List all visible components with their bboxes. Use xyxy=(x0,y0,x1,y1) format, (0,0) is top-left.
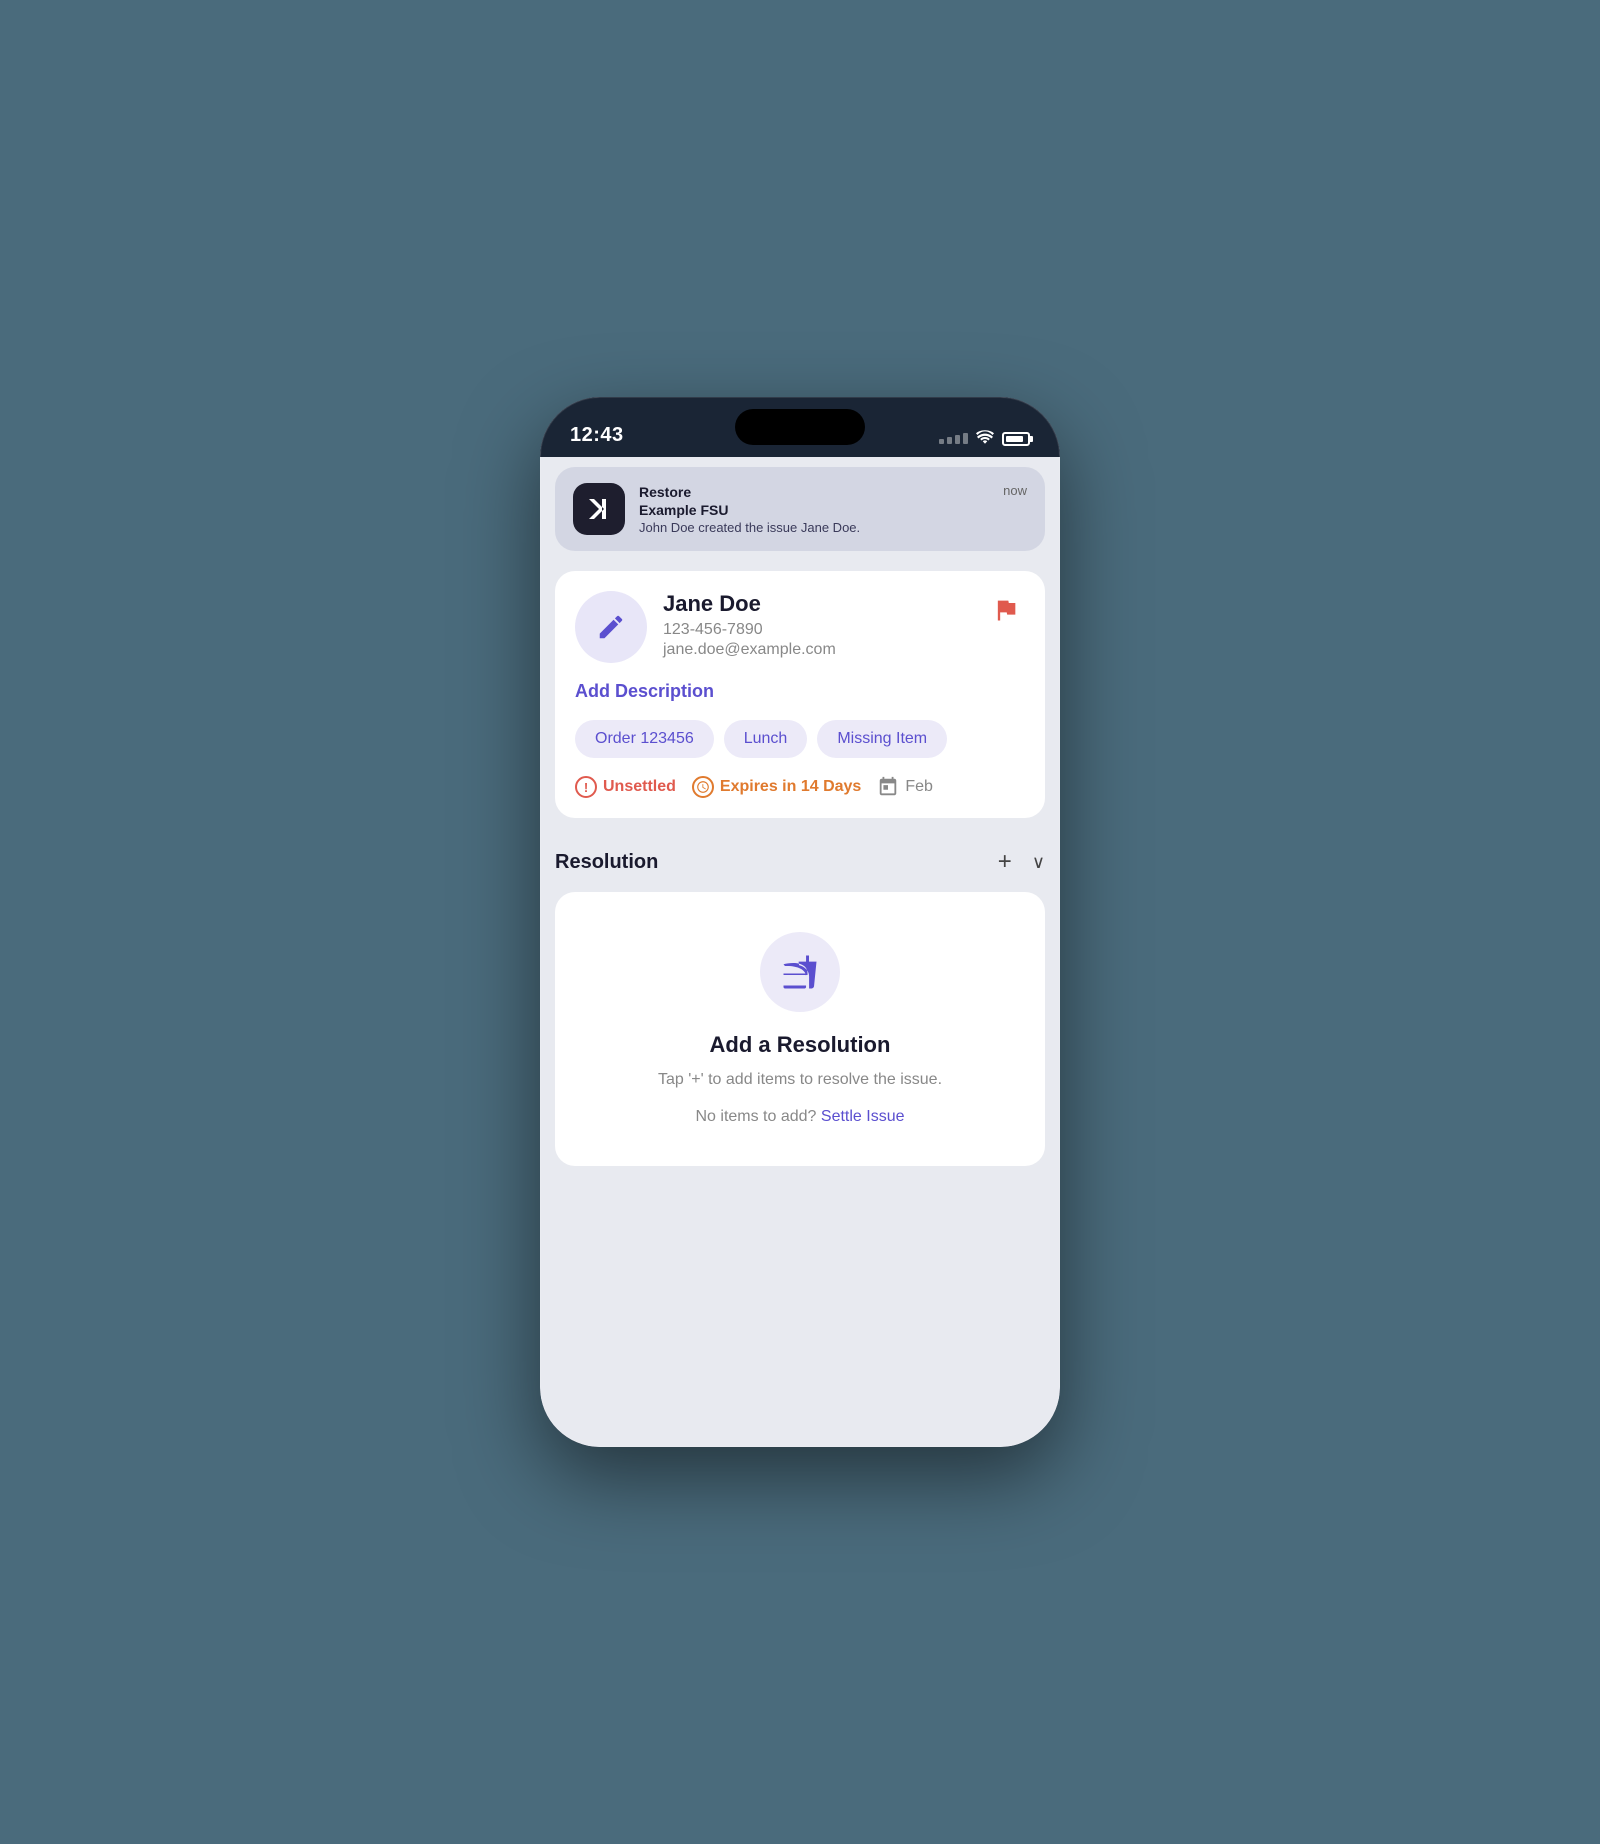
food-icon xyxy=(782,954,818,990)
notification-app-icon xyxy=(573,483,625,535)
phone-screen: 12:43 xyxy=(540,397,1060,1447)
notification-body: John Doe created the issue Jane Doe. xyxy=(639,520,989,535)
battery-icon xyxy=(1002,432,1030,446)
status-bar: 12:43 xyxy=(540,397,1060,457)
notification-content: Restore Example FSU John Doe created the… xyxy=(639,484,989,535)
user-info: Jane Doe 123-456-7890 jane.doe@example.c… xyxy=(663,591,971,659)
dynamic-island xyxy=(735,409,865,445)
user-email: jane.doe@example.com xyxy=(663,641,971,659)
resolution-empty-card: Add a Resolution Tap '+' to add items to… xyxy=(555,892,1045,1166)
settle-issue-row: No items to add? Settle Issue xyxy=(695,1108,904,1126)
notification-app-name: Restore xyxy=(639,484,989,500)
flag-icon xyxy=(992,596,1020,624)
tag-missing-item[interactable]: Missing Item xyxy=(817,720,947,758)
resolution-add-button[interactable]: + xyxy=(998,848,1012,876)
user-phone: 123-456-7890 xyxy=(663,621,971,639)
status-time: 12:43 xyxy=(570,424,624,447)
phone-frame: 12:43 xyxy=(540,397,1060,1447)
user-name: Jane Doe xyxy=(663,591,971,617)
wifi-icon xyxy=(976,430,994,447)
status-icons xyxy=(939,430,1030,447)
notification-time: now xyxy=(1003,483,1027,498)
calendar-icon xyxy=(877,776,899,798)
resolution-section: Resolution + ∨ xyxy=(540,828,1060,1176)
clock-icon xyxy=(692,776,714,798)
status-expires-item: Expires in 14 Days xyxy=(692,776,861,798)
notification-banner[interactable]: Restore Example FSU John Doe created the… xyxy=(555,467,1045,551)
unsettled-icon: ! xyxy=(575,776,597,798)
flag-button[interactable] xyxy=(987,591,1025,629)
resolution-header: Resolution + ∨ xyxy=(555,848,1045,876)
resolution-actions: + ∨ xyxy=(998,848,1045,876)
resolution-title: Resolution xyxy=(555,851,658,874)
resolution-collapse-button[interactable]: ∨ xyxy=(1032,852,1045,873)
screen-body: Restore Example FSU John Doe created the… xyxy=(540,457,1060,1447)
signal-icon xyxy=(939,433,968,444)
issue-header: Jane Doe 123-456-7890 jane.doe@example.c… xyxy=(575,591,1025,663)
resolution-empty-desc: Tap '+' to add items to resolve the issu… xyxy=(658,1068,942,1092)
food-icon-circle xyxy=(760,932,840,1012)
notification-subtitle: Example FSU xyxy=(639,502,989,518)
unsettled-label: Unsettled xyxy=(603,778,676,796)
add-description-button[interactable]: Add Description xyxy=(575,681,1025,702)
expires-label: Expires in 14 Days xyxy=(720,778,861,796)
resolution-empty-title: Add a Resolution xyxy=(710,1032,891,1058)
tags-row: Order 123456 Lunch Missing Item xyxy=(575,720,1025,758)
issue-card: Jane Doe 123-456-7890 jane.doe@example.c… xyxy=(555,571,1045,818)
settle-prefix: No items to add? xyxy=(695,1108,816,1125)
date-label: Feb xyxy=(905,778,933,796)
status-date-item: Feb xyxy=(877,776,933,798)
settle-issue-link[interactable]: Settle Issue xyxy=(821,1108,905,1125)
tag-lunch[interactable]: Lunch xyxy=(724,720,808,758)
user-avatar-circle xyxy=(575,591,647,663)
tag-order[interactable]: Order 123456 xyxy=(575,720,714,758)
status-unsettled-item: ! Unsettled xyxy=(575,776,676,798)
status-row: ! Unsettled Expires in 14 Days xyxy=(575,776,1025,798)
